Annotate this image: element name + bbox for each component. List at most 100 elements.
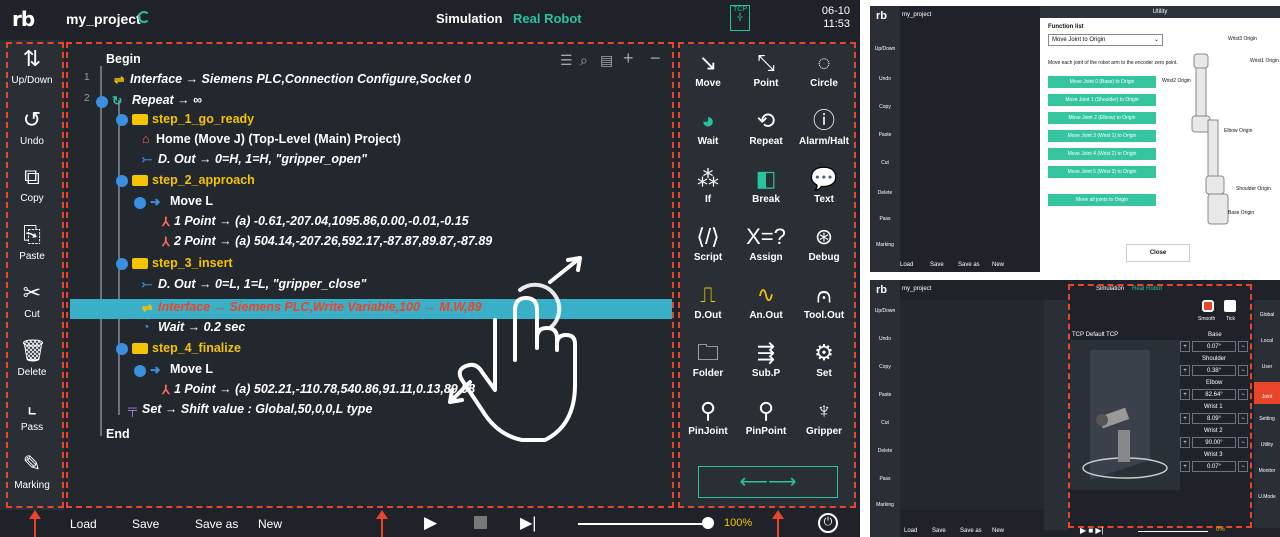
project-name[interactable]: my_project	[66, 11, 141, 27]
tick-toggle[interactable]	[1224, 300, 1236, 312]
mini-save-as[interactable]: Save as	[960, 528, 982, 534]
joint-wrist3-plus[interactable]: +	[1180, 461, 1190, 472]
joint-wrist1-minus[interactable]: −	[1238, 413, 1248, 424]
side-menu-local[interactable]: Local	[1254, 338, 1280, 344]
move-all-joints-button[interactable]: Move all joints to Origin	[1048, 194, 1156, 206]
mini-copy[interactable]: Copy	[870, 104, 900, 110]
mini-new[interactable]: New	[992, 262, 1004, 268]
mini-marking[interactable]: Marking	[870, 242, 900, 248]
sync-icon[interactable]	[138, 11, 150, 23]
mini-pass[interactable]: Pass	[870, 216, 900, 222]
mini-logo: rb	[876, 284, 887, 296]
elbow-origin-callout: Elbow Origin	[1224, 128, 1253, 134]
joint-elbow-minus[interactable]: −	[1238, 389, 1248, 400]
mini-load[interactable]: Load	[904, 528, 917, 534]
mini-load[interactable]: Load	[900, 262, 913, 268]
mini-cut[interactable]: Cut	[870, 420, 900, 426]
side-menu-utility[interactable]: Utility	[1254, 442, 1280, 448]
annotation-box-program	[66, 42, 674, 508]
move-joint-3-button[interactable]: Move Joint 3 (Wrist 1) to Origin	[1048, 130, 1156, 142]
joint-wrist2-plus[interactable]: +	[1180, 437, 1190, 448]
mini-copy[interactable]: Copy	[870, 364, 900, 370]
annotation-box-left	[6, 42, 64, 508]
mini-cut[interactable]: Cut	[870, 160, 900, 166]
play-icon[interactable]: ▶	[424, 513, 437, 533]
move-joint-4-button[interactable]: Move Joint 4 (Wrist 2) to Origin	[1048, 148, 1156, 160]
clock: 06-10 11:53	[808, 5, 850, 31]
mini-delete[interactable]: Delete	[870, 190, 900, 196]
step-icon[interactable]: ▶|	[520, 513, 536, 533]
mini-save[interactable]: Save	[932, 528, 946, 534]
mini-play-icon[interactable]: ▶ ■ ▶|	[1080, 526, 1104, 535]
move-joint-0-button[interactable]: Move Joint 0 (Base) to Origin	[1048, 76, 1156, 88]
joint-wrist2-minus[interactable]: −	[1238, 437, 1248, 448]
mini-pass[interactable]: Pass	[870, 476, 900, 482]
wrist3-origin-callout: Wrist3 Origin	[1228, 36, 1257, 42]
side-menu-global[interactable]: Global	[1254, 312, 1280, 318]
tcp-row: TCP Default TCP	[1072, 332, 1118, 338]
move-joint-1-button[interactable]: Move Joint 1 (Shoulder) to Origin	[1048, 94, 1156, 106]
load-button[interactable]: Load	[70, 517, 97, 531]
joint-base-plus[interactable]: +	[1180, 341, 1190, 352]
power-icon[interactable]: ⏻	[818, 513, 838, 533]
joint-shoulder-plus[interactable]: +	[1180, 365, 1190, 376]
side-menu-user[interactable]: User	[1254, 364, 1280, 370]
mini-speed-slider[interactable]	[1138, 531, 1208, 532]
tcp-icon[interactable]: TCP ╬	[730, 5, 750, 31]
logo: rb	[12, 7, 35, 31]
side-menu-u-mode[interactable]: U.Mode	[1254, 494, 1280, 500]
base-origin-callout: Base Origin	[1228, 210, 1255, 216]
joint-wrist3-label: Wrist 3	[1204, 452, 1223, 458]
mini-up-down[interactable]: Up/Down	[870, 46, 900, 52]
annotation-arrow	[777, 518, 779, 537]
speed-slider[interactable]	[578, 523, 708, 525]
tab-real-robot[interactable]: Real Robot	[513, 11, 582, 26]
stop-icon[interactable]	[474, 516, 487, 529]
joint-shoulder-minus[interactable]: −	[1238, 365, 1248, 376]
side-menu-setting[interactable]: Setting	[1254, 416, 1280, 422]
save-as-button[interactable]: Save as	[195, 517, 238, 531]
speed-slider-handle[interactable]	[702, 517, 714, 529]
mini-marking[interactable]: Marking	[870, 502, 900, 508]
annotation-arrowhead	[29, 510, 41, 519]
mini-new[interactable]: New	[992, 528, 1004, 534]
joint-shoulder-value[interactable]: 0.38°	[1192, 365, 1236, 376]
new-button[interactable]: New	[258, 517, 282, 531]
mini-paste[interactable]: Paste	[870, 392, 900, 398]
mini-logo: rb	[876, 10, 887, 22]
joint-wrist2-value[interactable]: 90.00°	[1192, 437, 1236, 448]
move-joint-2-button[interactable]: Move Joint 2 (Elbow) to Origin	[1048, 112, 1156, 124]
tcp-label: TCP	[733, 6, 747, 13]
joint-wrist1-value[interactable]: 8.09°	[1192, 413, 1236, 424]
save-button[interactable]: Save	[132, 517, 159, 531]
utility-screenshot: rb my_project Up/Down Undo Copy Paste Cu…	[870, 6, 1280, 272]
mini-save-as[interactable]: Save as	[958, 262, 980, 268]
function-select[interactable]: Move Joint to Origin ⌄	[1048, 34, 1163, 46]
smooth-toggle[interactable]	[1202, 300, 1214, 312]
move-joint-5-button[interactable]: Move Joint 5 (Wrist 3) to Origin	[1048, 166, 1156, 178]
joint-base-label: Base	[1208, 332, 1222, 338]
joint-wrist3-minus[interactable]: −	[1238, 461, 1248, 472]
mini-undo[interactable]: Undo	[870, 76, 900, 82]
mini-up-down[interactable]: Up/Down	[870, 308, 900, 314]
joint-base-minus[interactable]: −	[1238, 341, 1248, 352]
speed-value: 100%	[724, 517, 753, 529]
joint-elbow-value[interactable]: 82.64°	[1192, 389, 1236, 400]
mini-delete[interactable]: Delete	[870, 448, 900, 454]
joint-wrist3-value[interactable]: 0.07°	[1192, 461, 1236, 472]
joint-wrist1-label: Wrist 1	[1204, 404, 1223, 410]
side-menu-monitor[interactable]: Monitor	[1254, 468, 1280, 474]
mini-paste[interactable]: Paste	[870, 132, 900, 138]
joint-elbow-plus[interactable]: +	[1180, 389, 1190, 400]
joint-base-value[interactable]: 0.07°	[1192, 341, 1236, 352]
side-menu-joint[interactable]: Joint	[1254, 382, 1280, 404]
time: 11:53	[823, 18, 850, 30]
tab-simulation[interactable]: Simulation	[436, 11, 502, 26]
mini-save[interactable]: Save	[930, 262, 944, 268]
mini-left-toolbar	[870, 280, 900, 537]
wrist1-origin-callout: Wrist1 Origin	[1250, 58, 1279, 64]
close-button[interactable]: Close	[1126, 244, 1190, 262]
joint-wrist1-plus[interactable]: +	[1180, 413, 1190, 424]
date: 06-10	[821, 5, 850, 17]
mini-undo[interactable]: Undo	[870, 336, 900, 342]
